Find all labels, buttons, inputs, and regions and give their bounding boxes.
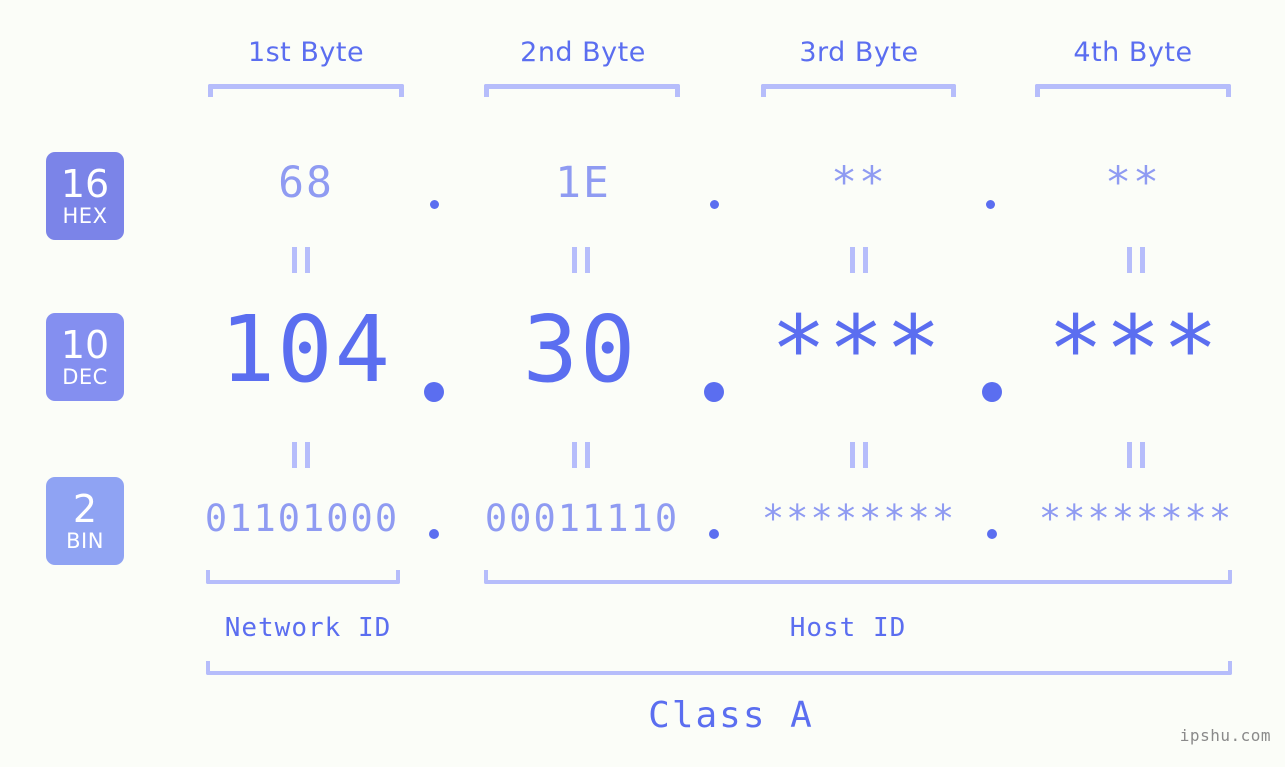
network-id-label: Network ID xyxy=(224,613,392,643)
bin-byte-4: ******** xyxy=(1038,497,1234,540)
base-badge-dec: 10 DEC xyxy=(46,313,124,401)
site-watermark: ipshu.com xyxy=(1179,726,1271,745)
base-badge-hex-name: HEX xyxy=(62,204,108,228)
byte-header-3: 3rd Byte xyxy=(799,37,919,68)
byte-bracket-2 xyxy=(484,84,680,97)
byte-bracket-3 xyxy=(761,84,956,97)
equals-sign-dec-bin-3 xyxy=(850,442,868,468)
bin-byte-2: 00011110 xyxy=(484,497,680,540)
base-badge-hex: 16 HEX xyxy=(46,152,124,240)
hex-byte-4: ** xyxy=(1105,158,1161,208)
dec-separator-dot-3 xyxy=(982,382,1002,402)
hex-separator-dot-1 xyxy=(430,200,439,209)
hex-separator-dot-3 xyxy=(986,200,995,209)
base-badge-dec-number: 10 xyxy=(60,323,110,367)
dec-separator-dot-2 xyxy=(704,382,724,402)
byte-header-2: 2nd Byte xyxy=(520,37,646,68)
equals-sign-dec-bin-1 xyxy=(292,442,310,468)
byte-header-4: 4th Byte xyxy=(1073,37,1193,68)
hex-byte-3: ** xyxy=(831,158,887,208)
bin-separator-dot-1 xyxy=(429,529,439,539)
byte-header-1: 1st Byte xyxy=(247,37,365,68)
host-id-bracket xyxy=(484,570,1232,584)
bin-byte-1: 01101000 xyxy=(204,497,400,540)
bin-separator-dot-3 xyxy=(987,529,997,539)
network-id-bracket xyxy=(206,570,400,584)
hex-byte-2: 1E xyxy=(555,158,611,208)
base-badge-bin-name: BIN xyxy=(66,529,104,553)
base-badge-bin: 2 BIN xyxy=(46,477,124,565)
class-bracket xyxy=(206,661,1232,675)
equals-sign-dec-bin-4 xyxy=(1127,442,1145,468)
dec-byte-1: 104 xyxy=(219,296,393,403)
class-label: Class A xyxy=(648,695,814,736)
hex-separator-dot-2 xyxy=(710,200,719,209)
base-badge-dec-name: DEC xyxy=(62,365,108,389)
byte-bracket-1 xyxy=(208,84,404,97)
dec-separator-dot-1 xyxy=(424,382,444,402)
dec-byte-2: 30 xyxy=(522,296,638,403)
host-id-label: Host ID xyxy=(789,613,907,643)
equals-sign-hex-dec-3 xyxy=(850,247,868,273)
bin-separator-dot-2 xyxy=(709,529,719,539)
base-badge-bin-number: 2 xyxy=(72,487,98,531)
bin-byte-3: ******** xyxy=(761,497,957,540)
equals-sign-hex-dec-1 xyxy=(292,247,310,273)
equals-sign-hex-dec-4 xyxy=(1127,247,1145,273)
dec-byte-3: *** xyxy=(770,296,944,403)
base-badge-hex-number: 16 xyxy=(60,162,110,206)
ip-byte-breakdown-diagram: 1st Byte 2nd Byte 3rd Byte 4th Byte 16 H… xyxy=(0,0,1285,767)
equals-sign-dec-bin-2 xyxy=(572,442,590,468)
dec-byte-4: *** xyxy=(1047,296,1221,403)
equals-sign-hex-dec-2 xyxy=(572,247,590,273)
hex-byte-1: 68 xyxy=(278,158,334,208)
byte-bracket-4 xyxy=(1035,84,1231,97)
